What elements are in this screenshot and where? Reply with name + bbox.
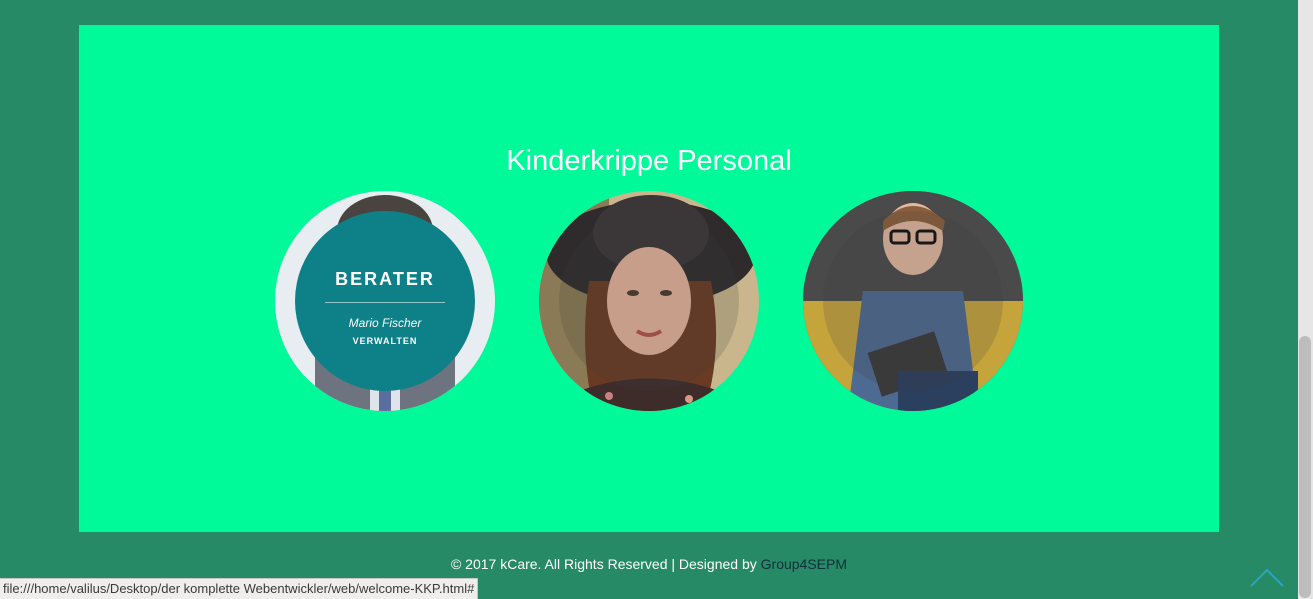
- overlay-divider: [325, 302, 445, 303]
- browser-status-bar: file:///home/valilus/Desktop/der komplet…: [0, 578, 479, 599]
- manage-link[interactable]: VERWALTEN: [295, 336, 475, 346]
- photo-ring: [559, 211, 739, 391]
- team-section: Kinderkrippe Personal BERATER Mario Fisc…: [79, 25, 1219, 532]
- team-member-role: BERATER: [335, 269, 435, 289]
- section-title: Kinderkrippe Personal: [506, 145, 792, 177]
- footer-designer-link[interactable]: Group4SEPM: [761, 556, 847, 572]
- team-member-name: Mario Fischer: [348, 316, 422, 330]
- footer-copyright: © 2017 kCare. All Rights Reserved | Desi…: [450, 556, 761, 572]
- scroll-to-top-button[interactable]: [1248, 564, 1286, 590]
- footer: © 2017 kCare. All Rights Reserved | Desi…: [0, 556, 1298, 572]
- scrollbar-thumb[interactable]: [1299, 336, 1311, 598]
- team-member-overlay: BERATER Mario Fischer VERWALTEN: [295, 211, 475, 391]
- team-member-card-1[interactable]: BERATER Mario Fischer VERWALTEN: [275, 191, 495, 411]
- chevron-up-icon: [1250, 568, 1284, 587]
- photo-ring: [823, 211, 1003, 391]
- team-member-card-3[interactable]: [803, 191, 1023, 411]
- team-member-card-2[interactable]: [539, 191, 759, 411]
- page: Kinderkrippe Personal BERATER Mario Fisc…: [0, 0, 1313, 599]
